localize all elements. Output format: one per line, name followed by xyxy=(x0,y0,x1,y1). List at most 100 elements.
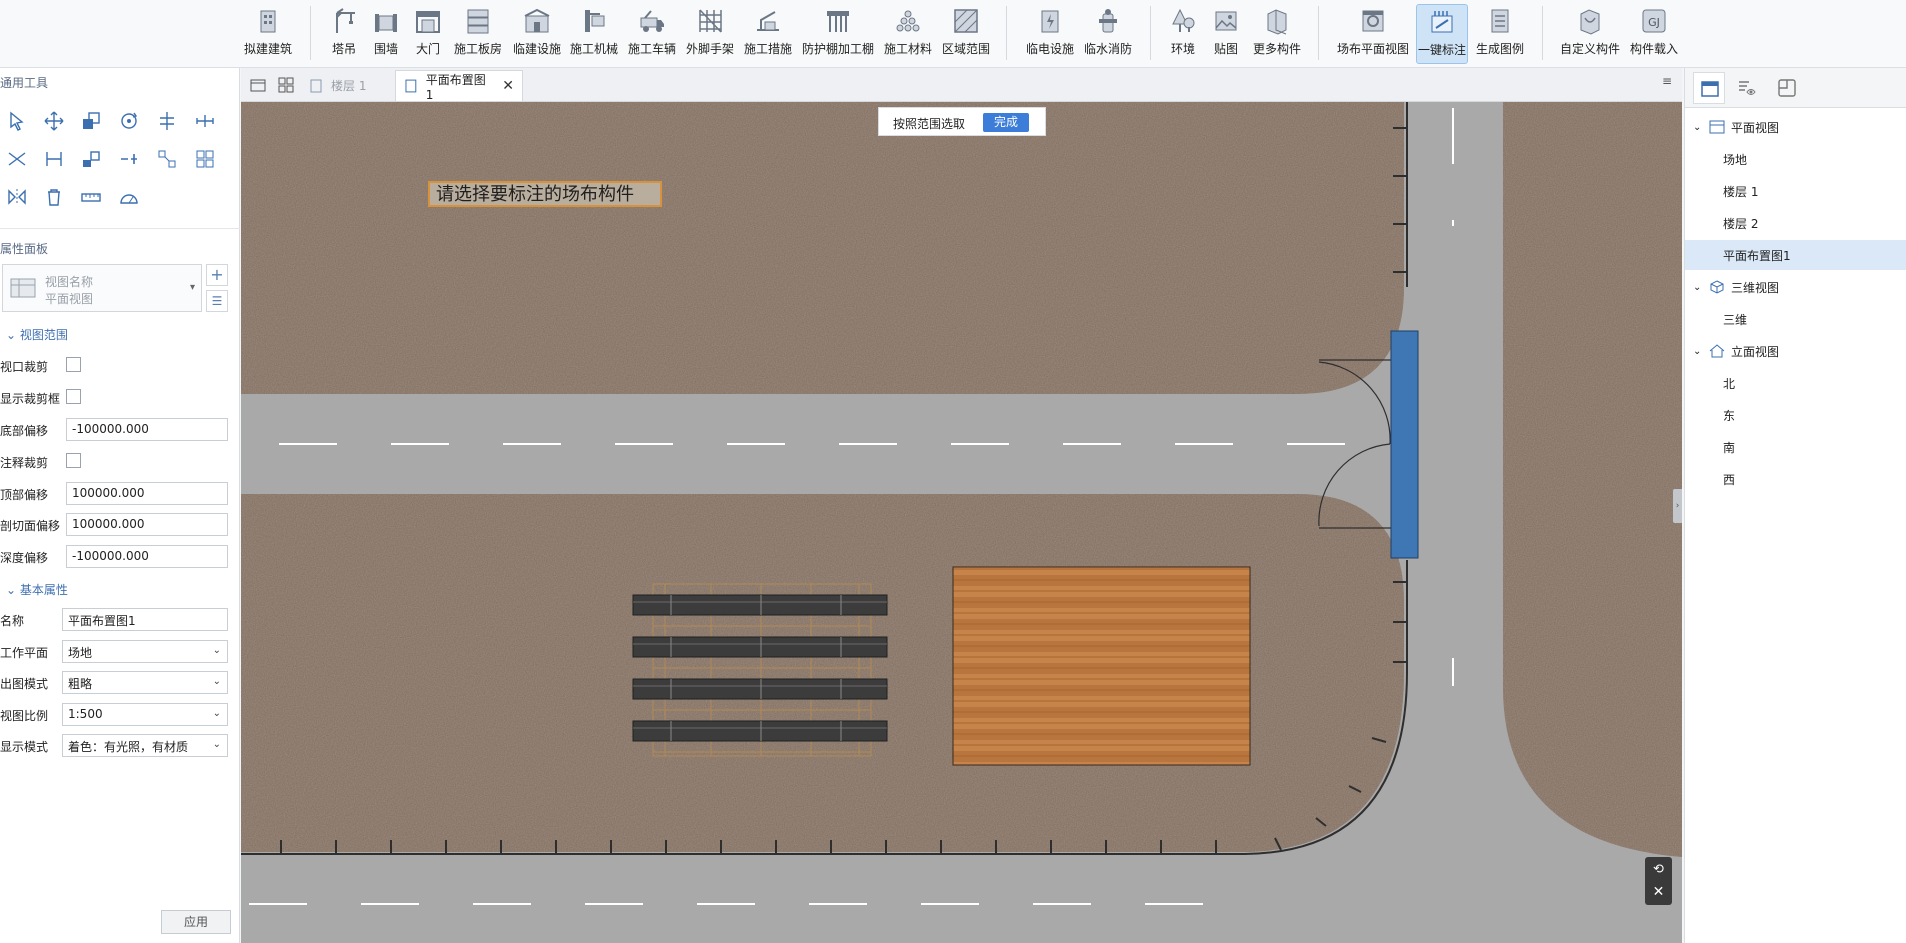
draft-building-button[interactable]: 拟建建筑 xyxy=(240,4,296,64)
drawing-canvas[interactable]: 请选择要标注的场布构件 按照范围选取 完成 › ⟲ ✕ xyxy=(241,102,1682,943)
apply-button[interactable]: 应用 xyxy=(161,910,231,934)
temporary-facility-button[interactable]: 临建设施 xyxy=(511,4,563,64)
tab-list-menu-button[interactable]: ≡ xyxy=(1656,74,1678,94)
shed-icon xyxy=(827,11,849,32)
scaffold-button[interactable]: 外脚手架 xyxy=(684,4,736,64)
collapse-right-panel-handle[interactable]: › xyxy=(1673,489,1682,523)
split-icon xyxy=(121,154,137,164)
load-component-button[interactable]: GJ 构件载入 xyxy=(1628,4,1680,64)
tree-item-layout-plan-1[interactable]: 平面布置图1 xyxy=(1685,240,1906,270)
annotation-clip-checkbox[interactable] xyxy=(66,453,81,468)
measure-button[interactable]: 施工措施 xyxy=(742,4,794,64)
crane-button[interactable]: 塔吊 xyxy=(327,4,361,64)
select-tool[interactable] xyxy=(4,108,30,134)
prop-label: 出图模式 xyxy=(0,677,49,691)
plan-view-button[interactable]: 场布平面视图 xyxy=(1335,4,1411,64)
tab-visibility[interactable] xyxy=(1731,72,1763,104)
site-gate[interactable] xyxy=(1390,330,1419,559)
work-plane-select[interactable]: 场地 ⌄ xyxy=(62,640,228,663)
site-office-button[interactable]: 施工板房 xyxy=(453,4,503,64)
add-view-button[interactable]: + xyxy=(206,264,228,286)
prop-label: 视图比例 xyxy=(0,709,49,723)
material-yard[interactable] xyxy=(952,566,1251,766)
depth-offset-input[interactable]: -100000.000 xyxy=(66,545,228,568)
delete-tool[interactable] xyxy=(41,184,67,210)
tab-project-browser[interactable] xyxy=(1693,72,1725,104)
done-button[interactable]: 完成 xyxy=(983,113,1029,132)
tab-floor-1[interactable]: 楼层 1 xyxy=(301,70,391,101)
more-components-button[interactable]: 更多构件 xyxy=(1251,4,1303,64)
copy-tool[interactable] xyxy=(78,108,104,134)
measure-icon xyxy=(757,11,779,31)
tree-item-west[interactable]: 西 xyxy=(1685,464,1906,494)
trim-tool[interactable] xyxy=(4,146,30,172)
view-type-selector[interactable]: 视图名称 平面视图 ▾ xyxy=(2,264,202,312)
tree-label: 场地 xyxy=(1723,152,1748,167)
display-mode-select[interactable]: 着色：有光照，有材质 ⌄ xyxy=(62,734,228,757)
area-button[interactable]: 区域范围 xyxy=(940,4,992,64)
view-scale-select[interactable]: 1:500 ⌄ xyxy=(62,703,228,726)
close-icon[interactable]: ✕ xyxy=(1649,883,1668,902)
show-clip-box-checkbox[interactable] xyxy=(66,389,81,404)
view-range-group[interactable]: ⌄ 视图范围 xyxy=(6,326,68,343)
bottom-offset-input[interactable]: -100000.000 xyxy=(66,418,228,441)
grid-tool[interactable] xyxy=(192,146,218,172)
machinery-button[interactable]: 施工机械 xyxy=(568,4,620,64)
tree-item-elevation-view[interactable]: ⌄ 立面视图 xyxy=(1685,336,1906,366)
name-input[interactable]: 平面布置图1 xyxy=(62,608,228,631)
tree-item-floor-1[interactable]: 楼层 1 xyxy=(1685,176,1906,206)
gate-button[interactable]: 大门 xyxy=(411,4,445,64)
align-tool[interactable] xyxy=(154,108,180,134)
paste-picture-button[interactable]: 贴图 xyxy=(1209,4,1243,64)
tree-item-3d-view[interactable]: ⌄ 三维视图 xyxy=(1685,272,1906,302)
reset-view-icon[interactable]: ⟲ xyxy=(1649,860,1668,879)
close-icon[interactable]: ✕ xyxy=(502,78,514,94)
material-button[interactable]: 施工材料 xyxy=(882,4,934,64)
viewport-clip-checkbox[interactable] xyxy=(66,357,81,372)
tree-item-east[interactable]: 东 xyxy=(1685,400,1906,430)
shed-button[interactable]: 防护棚加工棚 xyxy=(800,4,876,64)
vehicle-button[interactable]: 施工车辆 xyxy=(626,4,678,64)
gate-icon xyxy=(416,11,440,33)
legend-button[interactable]: 生成图例 xyxy=(1474,4,1526,64)
offset-tool[interactable] xyxy=(192,108,218,134)
fence-wall-label: 围墙 xyxy=(373,42,398,56)
tree-item-north[interactable]: 北 xyxy=(1685,368,1906,398)
ruler-icon xyxy=(81,193,101,202)
ribbon-separator xyxy=(1150,6,1151,60)
tile-windows-icon[interactable] xyxy=(277,76,295,94)
hydrant-button[interactable]: 临水消防 xyxy=(1082,4,1134,64)
tab-layout-plan-1[interactable]: 平面布置图1 ✕ xyxy=(395,70,523,102)
tree-item-floor-2[interactable]: 楼层 2 xyxy=(1685,208,1906,238)
tree-item-south[interactable]: 南 xyxy=(1685,432,1906,462)
tree-item-3d[interactable]: 三维 xyxy=(1685,304,1906,334)
split-tool[interactable] xyxy=(116,146,142,172)
view-settings-button[interactable]: ☰ xyxy=(206,290,228,312)
environment-button[interactable]: 环境 xyxy=(1166,4,1200,64)
tab-components[interactable] xyxy=(1771,72,1803,104)
tree-item-plan-view[interactable]: ⌄ 平面视图 xyxy=(1685,112,1906,142)
tree-item-site[interactable]: 场地 xyxy=(1685,144,1906,174)
fence-wall-button[interactable]: 围墙 xyxy=(369,4,403,64)
array-tool[interactable] xyxy=(78,146,104,172)
site-plan-drawing: 请选择要标注的场布构件 xyxy=(241,102,1682,943)
rotate-tool[interactable] xyxy=(116,108,142,134)
prop-row-show-clip-box: 显示裁剪框 xyxy=(0,386,232,410)
measure-tool[interactable] xyxy=(78,184,104,210)
cut-plane-offset-input[interactable]: 100000.000 xyxy=(66,513,228,536)
chevron-down-icon: ⌄ xyxy=(212,708,221,719)
top-offset-input[interactable]: 100000.000 xyxy=(66,482,228,505)
angle-tool[interactable] xyxy=(116,184,142,210)
dimension-tool[interactable] xyxy=(41,146,67,172)
ribbon-separator xyxy=(1542,6,1543,60)
group-tool[interactable] xyxy=(154,146,180,172)
output-mode-select[interactable]: 粗略 ⌄ xyxy=(62,671,228,694)
rotate-icon xyxy=(121,112,138,129)
mirror-tool[interactable] xyxy=(4,184,30,210)
custom-component-button[interactable]: 自定义构件 xyxy=(1558,4,1622,64)
power-button[interactable]: 临电设施 xyxy=(1024,4,1076,64)
move-tool[interactable] xyxy=(41,108,67,134)
annotate-button[interactable]: 一键标注 xyxy=(1416,4,1468,64)
basic-properties-group[interactable]: ⌄ 基本属性 xyxy=(6,581,68,598)
folder-icon[interactable] xyxy=(249,76,267,94)
